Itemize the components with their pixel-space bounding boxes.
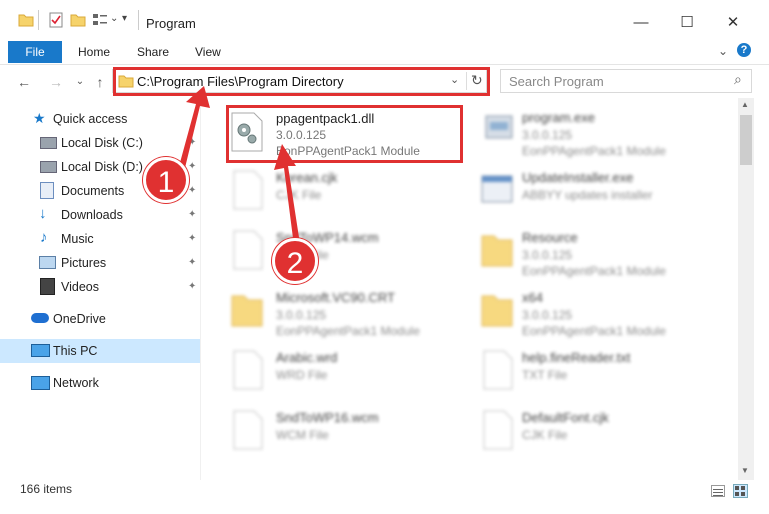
step-2-badge: 2 bbox=[272, 238, 318, 284]
annotation-arrows bbox=[178, 86, 300, 246]
arrow-2 bbox=[274, 144, 300, 246]
arrow-1 bbox=[178, 86, 210, 172]
step-1-badge: 1 bbox=[143, 157, 189, 203]
